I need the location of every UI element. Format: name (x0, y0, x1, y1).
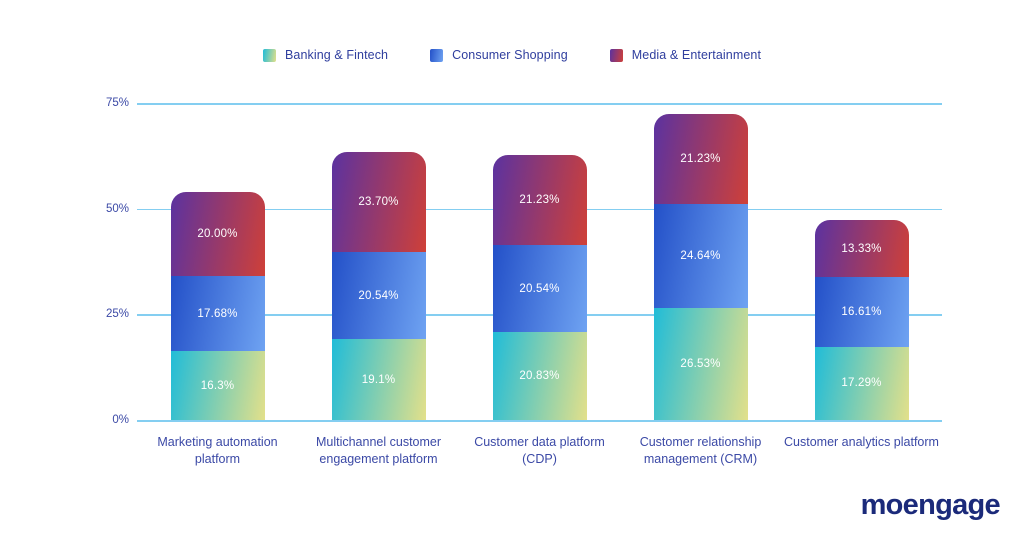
chart-container: Banking & Fintech Consumer Shopping Media … (0, 0, 1024, 536)
bar-segment-value-label: 26.53% (680, 357, 721, 370)
bar-stack[interactable]: 21.23% 20.54% 20.83% (492, 155, 587, 420)
bar-segment[interactable]: 26.53% (653, 307, 748, 420)
bar-segment-value-label: 20.83% (519, 369, 560, 382)
moengage-logo: moengage (860, 489, 1001, 521)
bar-stack[interactable]: 23.70% 20.54% 19.1% (331, 152, 426, 420)
y-axis-tick-label: 25% (105, 308, 129, 321)
legend-item[interactable]: Consumer Shopping (430, 48, 568, 62)
bar-segment-value-label: 24.64% (680, 249, 721, 262)
bar-segment[interactable]: 23.70% (331, 152, 426, 253)
bar-group: 20.00% 17.68% 16.3% (170, 103, 265, 420)
bar-segment[interactable]: 24.64% (653, 203, 748, 308)
bar-segment-value-label: 17.29% (841, 377, 882, 390)
x-axis-category-label: Marketing automation platform (157, 435, 278, 466)
bar-segment[interactable]: 20.54% (492, 245, 587, 332)
bar-segment-value-label: 21.23% (680, 152, 721, 165)
y-axis-tick-label: 0% (112, 414, 129, 426)
bar-segment-value-label: 20.54% (519, 282, 560, 295)
legend-item[interactable]: Media & Entertainment (609, 48, 762, 62)
bar-segment-value-label: 19.1% (361, 373, 396, 386)
bar-segment-value-label: 17.68% (197, 307, 238, 320)
bar-stack[interactable]: 20.00% 17.68% 16.3% (170, 191, 265, 420)
bar-segment[interactable]: 21.23% (653, 114, 748, 204)
bar-group: 21.23% 24.64% 26.53% (653, 103, 748, 420)
bar-stack[interactable]: 13.33% 16.61% 17.29% (814, 220, 909, 420)
bar-segment-value-label: 16.3% (200, 379, 235, 392)
plot-area: 20.00% 17.68% 16.3% 23.70% 20.54% 19.1% 21.23%… (137, 103, 942, 422)
bar-segment[interactable]: 16.61% (814, 276, 909, 347)
bar-segment[interactable]: 19.1% (331, 339, 426, 420)
gridline (137, 420, 942, 422)
bar-segment[interactable]: 20.83% (492, 331, 587, 420)
bar-group: 21.23% 20.54% 20.83% (492, 103, 587, 420)
bar-segment[interactable]: 13.33% (814, 220, 909, 277)
legend-swatch-icon (262, 48, 276, 62)
bar-segment[interactable]: 21.23% (492, 155, 587, 246)
legend-swatch-icon (609, 48, 623, 62)
bar-segment[interactable]: 17.29% (814, 346, 909, 420)
legend-label: Media & Entertainment (631, 48, 762, 62)
bar-segment-value-label: 21.23% (519, 194, 560, 207)
bar-segment[interactable]: 17.68% (170, 276, 265, 352)
x-axis-category-label: Customer analytics platform (784, 435, 939, 449)
bar-segment-value-label: 20.00% (197, 228, 238, 241)
bar-stack[interactable]: 21.23% 24.64% 26.53% (653, 114, 748, 420)
x-axis-category-label: Multichannel customer engagement platfor… (315, 435, 442, 466)
y-axis-tick-label: 50% (105, 202, 129, 215)
bar-group: 23.70% 20.54% 19.1% (331, 103, 426, 420)
bar-group: 13.33% 16.61% 17.29% (814, 103, 909, 420)
x-axis-category-label: Customer relationship management (CRM) (639, 435, 762, 466)
legend-label: Banking & Fintech (284, 48, 389, 62)
bar-series-group: 20.00% 17.68% 16.3% 23.70% 20.54% 19.1% 21.23%… (137, 103, 942, 420)
bar-segment-value-label: 23.70% (358, 196, 399, 209)
legend-item[interactable]: Banking & Fintech (262, 48, 389, 62)
bar-segment-value-label: 16.61% (841, 305, 882, 318)
bar-segment-value-label: 20.54% (358, 289, 399, 302)
legend-label: Consumer Shopping (452, 48, 568, 62)
bar-segment-value-label: 13.33% (841, 242, 882, 255)
bar-segment[interactable]: 20.54% (331, 252, 426, 340)
legend-swatch-icon (430, 48, 444, 62)
bar-segment[interactable]: 16.3% (170, 351, 265, 420)
chart-legend: Banking & Fintech Consumer Shopping Media … (0, 48, 1024, 62)
y-axis-tick-label: 75% (105, 97, 129, 109)
x-axis-category-label: Customer data platform (CDP) (474, 435, 605, 466)
bar-segment[interactable]: 20.00% (170, 191, 265, 277)
